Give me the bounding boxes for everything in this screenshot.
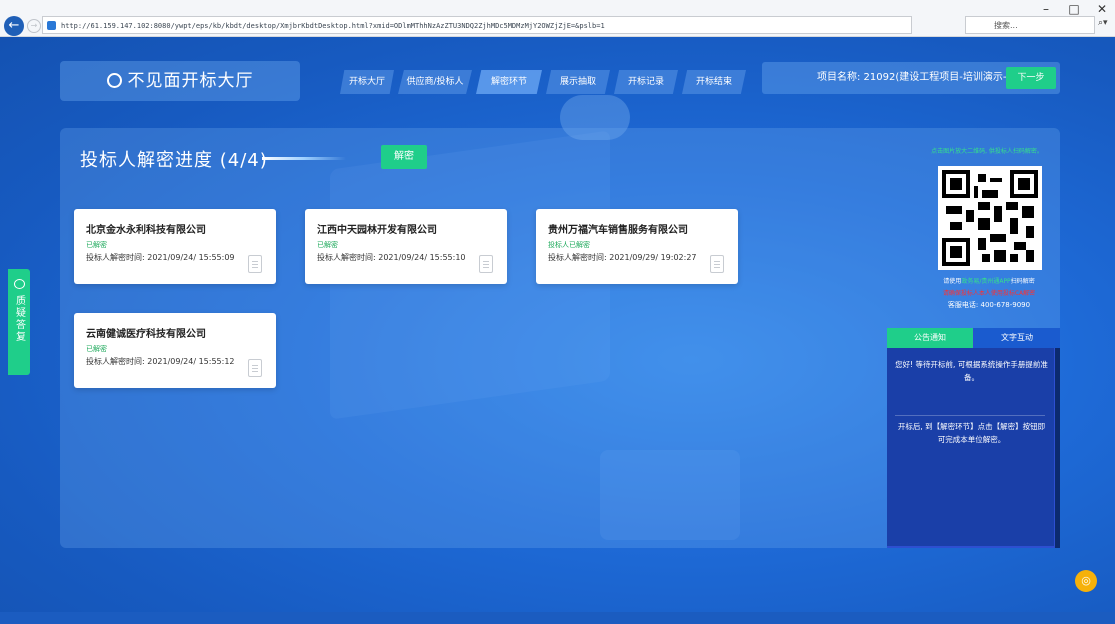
tab-announcements[interactable]: 公告通知 bbox=[887, 328, 973, 348]
chat-help-icon[interactable]: ◎ bbox=[1075, 570, 1097, 592]
qr-hint: 点击图片放大二维码, 供投标人扫码解密。 bbox=[931, 148, 1043, 155]
bidder-name: 云南健诚医疗科技有限公司 bbox=[86, 329, 206, 340]
qr-usage-prefix: 请使用 bbox=[943, 278, 962, 285]
qr-code-image[interactable] bbox=[938, 166, 1042, 270]
close-icon[interactable]: ✕ bbox=[1095, 2, 1109, 16]
address-url: http://61.159.147.102:8080/ywpt/eps/kb/k… bbox=[61, 22, 605, 30]
back-arrow-icon[interactable]: ← bbox=[4, 16, 24, 36]
document-icon bbox=[710, 255, 724, 273]
qr-warning: 请确保投标人本人使用投标CA解密 bbox=[942, 290, 1036, 297]
address-bar[interactable]: http://61.159.147.102:8080/ywpt/eps/kb/k… bbox=[42, 16, 912, 34]
chat-icon bbox=[13, 279, 25, 289]
bidder-decrypt-time: 投标人解密时间: 2021/09/24/ 15:55:09 bbox=[86, 253, 235, 262]
hall-title-text: 不见面开标大厅 bbox=[127, 71, 254, 91]
notice-list: 您好! 等待开标前, 可根据系统操作手册提前准备。 开标后, 到【解密环节】点击… bbox=[887, 348, 1054, 546]
bidder-status: 已解密 bbox=[317, 241, 338, 249]
qr-usage-suffix: 扫码解密 bbox=[1010, 278, 1035, 285]
notice-item: 您好! 等待开标前, 可根据系统操作手册提前准备。 bbox=[895, 360, 1048, 382]
next-step-button[interactable]: 下一步 bbox=[1006, 67, 1056, 89]
notice-item: 开标后, 到【解密环节】点击【解密】按钮即可完成本单位解密。 bbox=[897, 422, 1046, 444]
bottom-strip bbox=[0, 612, 1115, 624]
user-icon bbox=[106, 73, 122, 88]
document-icon bbox=[479, 255, 493, 273]
qa-reply-tab[interactable]: 质疑答复 bbox=[8, 269, 30, 375]
tab-bid-records[interactable]: 开标记录 bbox=[614, 70, 678, 94]
tab-display-draw[interactable]: 展示抽取 bbox=[546, 70, 610, 94]
bidder-card[interactable]: 北京金水永利科技有限公司 已解密 投标人解密时间: 2021/09/24/ 15… bbox=[74, 209, 276, 284]
search-icon[interactable]: ⌕▾ bbox=[1098, 18, 1108, 28]
tab-bidders[interactable]: 供应商/投标人 bbox=[398, 70, 472, 94]
notice-divider bbox=[895, 415, 1045, 416]
bidder-name: 北京金水永利科技有限公司 bbox=[86, 225, 206, 236]
bidder-decrypt-time: 投标人解密时间: 2021/09/24/ 15:55:12 bbox=[86, 357, 235, 366]
hall-title: 不见面开标大厅 bbox=[60, 61, 300, 101]
bidder-name: 贵州万福汽车销售服务有限公司 bbox=[548, 225, 688, 236]
tab-text-chat[interactable]: 文字互动 bbox=[974, 328, 1060, 348]
maximize-icon[interactable]: □ bbox=[1067, 2, 1081, 16]
bidder-decrypt-time: 投标人解密时间: 2021/09/29/ 19:02:27 bbox=[548, 253, 697, 262]
browser-search-input[interactable]: 搜索... bbox=[965, 16, 1095, 34]
qa-reply-label: 质疑答复 bbox=[13, 295, 25, 343]
bidder-card[interactable]: 贵州万福汽车销售服务有限公司 投标人已解密 投标人解密时间: 2021/09/2… bbox=[536, 209, 738, 284]
bidder-status: 已解密 bbox=[86, 241, 107, 249]
bidder-decrypt-time: 投标人解密时间: 2021/09/24/ 15:55:10 bbox=[317, 253, 466, 262]
window-controls: – □ ✕ bbox=[1039, 2, 1109, 16]
tab-bid-hall[interactable]: 开标大厅 bbox=[340, 70, 394, 94]
search-placeholder: 搜索... bbox=[994, 21, 1018, 30]
bidder-card[interactable]: 云南健诚医疗科技有限公司 已解密 投标人解密时间: 2021/09/24/ 15… bbox=[74, 313, 276, 388]
bidder-status: 投标人已解密 bbox=[548, 241, 590, 249]
qr-usage-instruction: 请使用政务易/贵州通APP扫码解密 bbox=[918, 276, 1060, 285]
progress-count: (4/4) bbox=[219, 150, 268, 171]
bidder-status: 已解密 bbox=[86, 345, 107, 353]
document-icon bbox=[248, 359, 262, 377]
browser-toolbar: – □ ✕ ← → http://61.159.147.102:8080/ywp… bbox=[0, 0, 1115, 37]
title-underline bbox=[262, 157, 346, 160]
tab-bid-end[interactable]: 开标结束 bbox=[682, 70, 746, 94]
qr-usage-app: 政务易/贵州通APP bbox=[961, 278, 1011, 285]
qr-code-icon bbox=[942, 170, 1038, 266]
decrypt-button[interactable]: 解密 bbox=[381, 145, 427, 169]
tab-decryption[interactable]: 解密环节 bbox=[476, 70, 542, 94]
service-phone: 客服电话: 400-678-9090 bbox=[947, 301, 1031, 309]
decryption-progress-title: 投标人解密进度 (4/4) bbox=[80, 146, 268, 172]
bidder-name: 江西中天园林开发有限公司 bbox=[317, 225, 437, 236]
document-icon bbox=[248, 255, 262, 273]
minimize-icon[interactable]: – bbox=[1039, 2, 1053, 16]
bidder-card[interactable]: 江西中天园林开发有限公司 已解密 投标人解密时间: 2021/09/24/ 15… bbox=[305, 209, 507, 284]
forward-arrow-icon[interactable]: → bbox=[27, 19, 41, 33]
notice-scrollbar[interactable] bbox=[1055, 348, 1060, 548]
page-favicon-icon bbox=[47, 21, 56, 30]
progress-title-text: 投标人解密进度 bbox=[80, 150, 213, 171]
notice-panel: 公告通知 文字互动 您好! 等待开标前, 可根据系统操作手册提前准备。 开标后,… bbox=[887, 328, 1060, 548]
